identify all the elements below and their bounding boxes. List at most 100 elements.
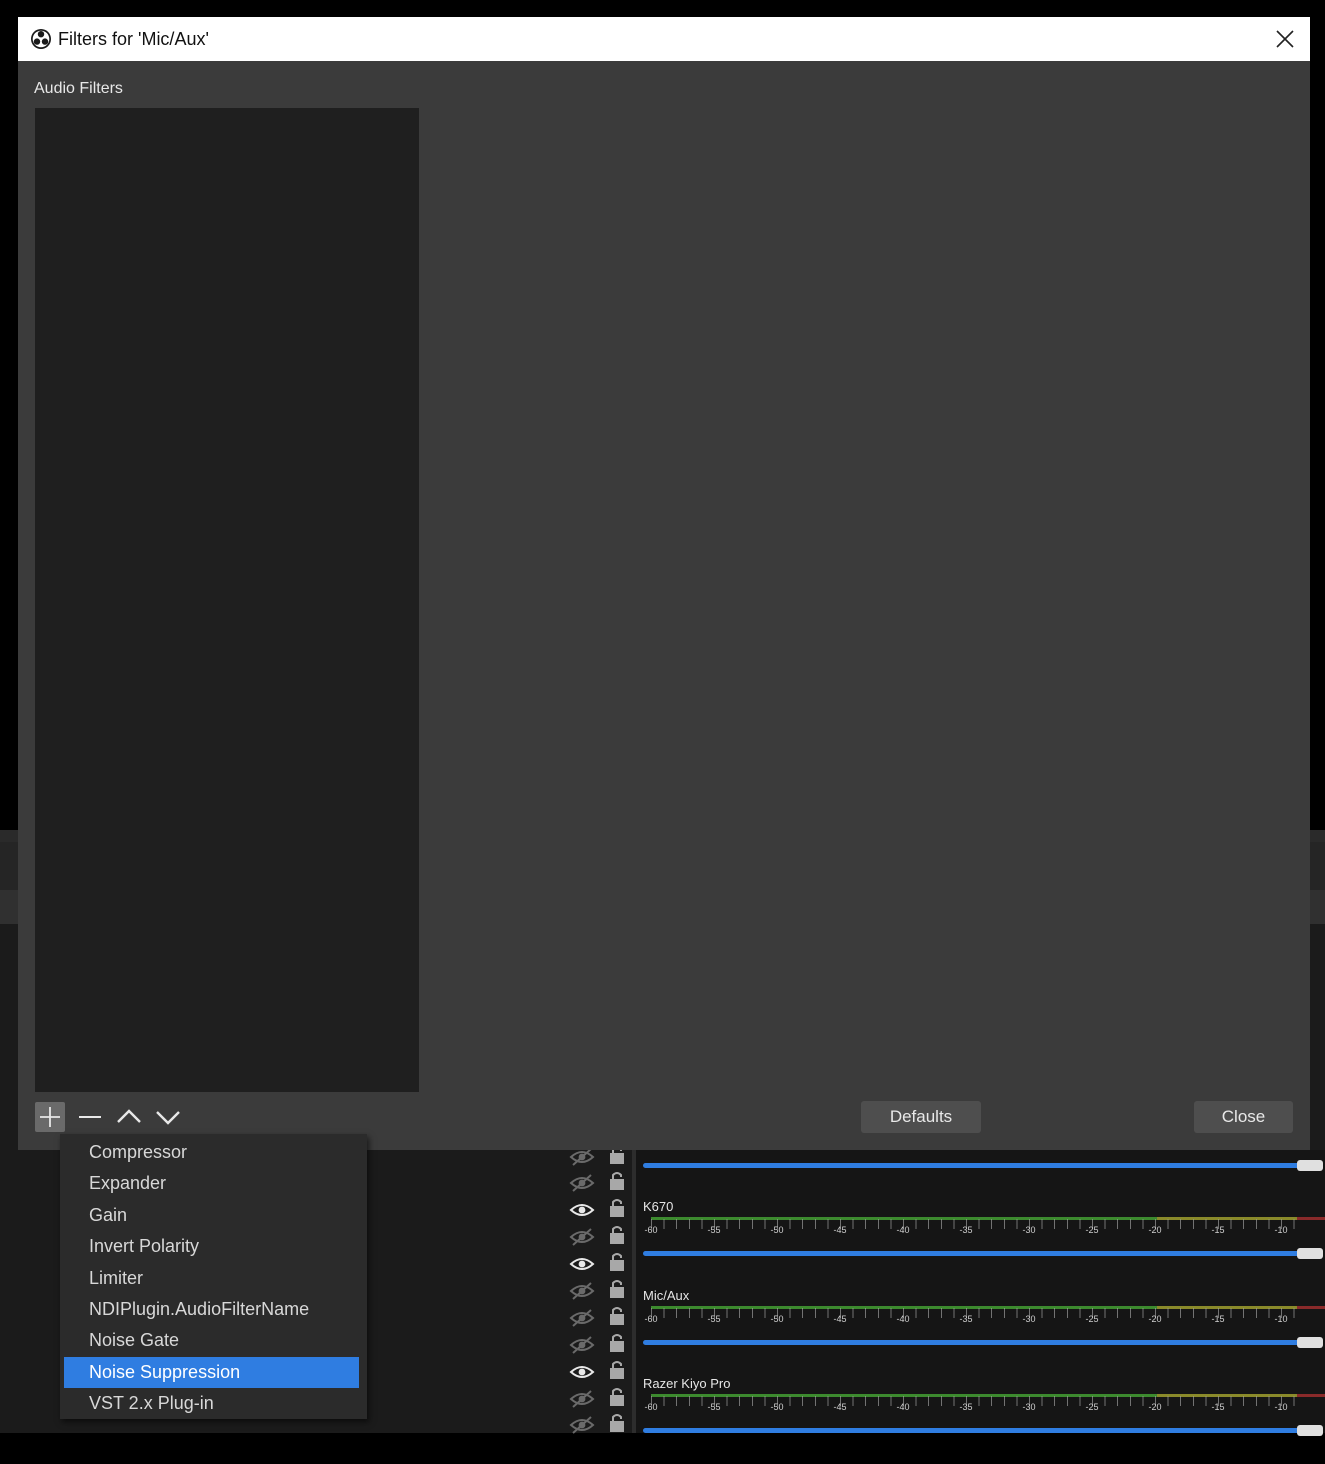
visibility-eye-icon[interactable] (569, 1389, 595, 1409)
scale-label: -35 (959, 1225, 973, 1235)
visibility-eye-icon[interactable] (569, 1147, 595, 1167)
menu-item[interactable]: Gain (64, 1200, 359, 1231)
scale-label: -55 (707, 1225, 721, 1235)
scale-label: -60 (644, 1314, 658, 1324)
scale-label: -20 (1148, 1402, 1162, 1412)
minus-icon (79, 1116, 101, 1118)
scale-label: -25 (1085, 1402, 1099, 1412)
visibility-eye-icon[interactable] (569, 1173, 595, 1193)
obs-logo-icon (30, 28, 52, 50)
dialog-titlebar[interactable]: Filters for 'Mic/Aux' (18, 17, 1310, 61)
lock-icon[interactable] (604, 1387, 630, 1407)
mixer-channel: Mic/Aux -60 -55 -50 -45 -40 -35 -30 -25 -20 -15 -1… (643, 1288, 1325, 1376)
menu-item[interactable]: Limiter (64, 1263, 359, 1294)
scale-label: -40 (896, 1225, 910, 1235)
lock-icon[interactable] (604, 1360, 630, 1380)
plus-icon (40, 1107, 60, 1127)
scale-label: -10 (1274, 1314, 1288, 1324)
volume-slider[interactable] (643, 1340, 1303, 1345)
visibility-eye-icon[interactable] (569, 1281, 595, 1301)
chevron-up-icon (117, 1109, 141, 1123)
volume-slider-handle[interactable] (1297, 1337, 1323, 1348)
dialog-title: Filters for 'Mic/Aux' (58, 29, 209, 49)
visibility-eye-icon[interactable] (569, 1308, 595, 1328)
lock-icon[interactable] (604, 1413, 630, 1433)
visibility-eye-icon[interactable] (569, 1415, 595, 1435)
volume-slider-handle[interactable] (1297, 1425, 1323, 1436)
visibility-eye-icon[interactable] (569, 1254, 595, 1274)
add-filter-button[interactable] (35, 1102, 65, 1132)
mixer-channel: K670 -60 -55 -50 -45 -40 -35 -30 -25 -20 -15 -10 (643, 1199, 1325, 1287)
menu-item[interactable]: Compressor (64, 1137, 359, 1168)
menu-item[interactable]: Expander (64, 1168, 359, 1199)
move-filter-up-button[interactable] (114, 1102, 144, 1132)
scale-label: -55 (707, 1314, 721, 1324)
menu-item[interactable]: Noise Gate (64, 1325, 359, 1356)
channel-name: Razer Kiyo Pro (643, 1376, 731, 1391)
scale-label: -50 (770, 1225, 784, 1235)
visibility-eye-icon[interactable] (569, 1335, 595, 1355)
scale-label: -40 (896, 1402, 910, 1412)
filter-properties-area (437, 80, 1297, 1090)
mixer-channel: Razer Kiyo Pro -60 -55 -50 -45 -40 -35 -30 -25-… (643, 1376, 1325, 1464)
close-button[interactable]: Close (1194, 1101, 1293, 1133)
visibility-eye-icon[interactable] (569, 1362, 595, 1382)
meter-scale: -60 -55 -50 -45 -40 -35 -30 -25 -20 -15 -10 (643, 1402, 1303, 1414)
lock-icon[interactable] (604, 1333, 630, 1353)
volume-slider[interactable] (643, 1251, 1303, 1256)
volume-slider-handle[interactable] (1297, 1248, 1323, 1259)
volume-slider-handle[interactable] (1297, 1160, 1323, 1171)
scale-label: -45 (833, 1314, 847, 1324)
menu-item[interactable]: Noise Suppression (64, 1356, 359, 1388)
scale-label: -45 (833, 1225, 847, 1235)
scale-label: -40 (896, 1314, 910, 1324)
volume-slider[interactable] (643, 1428, 1303, 1433)
add-filter-menu: Compressor Expander Gain Invert Polarity Lim… (60, 1134, 367, 1419)
lock-icon[interactable] (604, 1198, 630, 1218)
scale-label: -20 (1148, 1314, 1162, 1324)
audio-filters-label: Audio Filters (34, 80, 123, 97)
audio-filters-list[interactable] (35, 108, 419, 1092)
scale-label: -60 (644, 1402, 658, 1412)
filters-dialog: Filters for 'Mic/Aux' Audio Filters Defa… (18, 17, 1310, 1150)
lock-icon[interactable] (604, 1306, 630, 1326)
scale-label: -25 (1085, 1225, 1099, 1235)
scale-label: -55 (707, 1402, 721, 1412)
scale-label: -20 (1148, 1225, 1162, 1235)
lock-icon[interactable] (604, 1279, 630, 1299)
close-icon[interactable] (1274, 28, 1296, 50)
lock-icon[interactable] (604, 1171, 630, 1191)
move-filter-down-button[interactable] (153, 1102, 183, 1132)
visibility-eye-icon[interactable] (569, 1227, 595, 1247)
scale-label: -10 (1274, 1225, 1288, 1235)
scale-label: -25 (1085, 1314, 1099, 1324)
visibility-eye-icon[interactable] (569, 1200, 595, 1220)
lock-icon[interactable] (604, 1252, 630, 1272)
scale-label: -30 (1022, 1225, 1036, 1235)
scale-label: -45 (833, 1402, 847, 1412)
scale-label: -30 (1022, 1402, 1036, 1412)
scale-label: -60 (644, 1225, 658, 1235)
channel-name: Mic/Aux (643, 1288, 690, 1303)
scale-label: -35 (959, 1314, 973, 1324)
scale-label: -50 (770, 1402, 784, 1412)
scale-label: -30 (1022, 1314, 1036, 1324)
menu-item[interactable]: NDIPlugin.AudioFilterName (64, 1294, 359, 1325)
menu-item[interactable]: Invert Polarity (64, 1231, 359, 1262)
chevron-down-icon (156, 1111, 180, 1125)
menu-item[interactable]: VST 2.x Plug-in (64, 1388, 359, 1419)
scale-label: -15 (1211, 1314, 1225, 1324)
remove-filter-button[interactable] (75, 1102, 105, 1132)
channel-name: K670 (643, 1199, 674, 1214)
meter-scale: -60 -55 -50 -45 -40 -35 -30 -25 -20 -15 -10 (643, 1225, 1303, 1237)
scale-label: -15 (1211, 1225, 1225, 1235)
defaults-button[interactable]: Defaults (861, 1101, 981, 1133)
scale-label: -15 (1211, 1402, 1225, 1412)
panel-divider[interactable] (632, 1150, 636, 1433)
meter-scale: -60 -55 -50 -45 -40 -35 -30 -25 -20 -15 -10 (643, 1314, 1303, 1326)
scale-label: -10 (1274, 1402, 1288, 1412)
volume-slider[interactable] (643, 1163, 1303, 1168)
scale-label: -50 (770, 1314, 784, 1324)
lock-icon[interactable] (604, 1225, 630, 1245)
scale-label: -35 (959, 1402, 973, 1412)
